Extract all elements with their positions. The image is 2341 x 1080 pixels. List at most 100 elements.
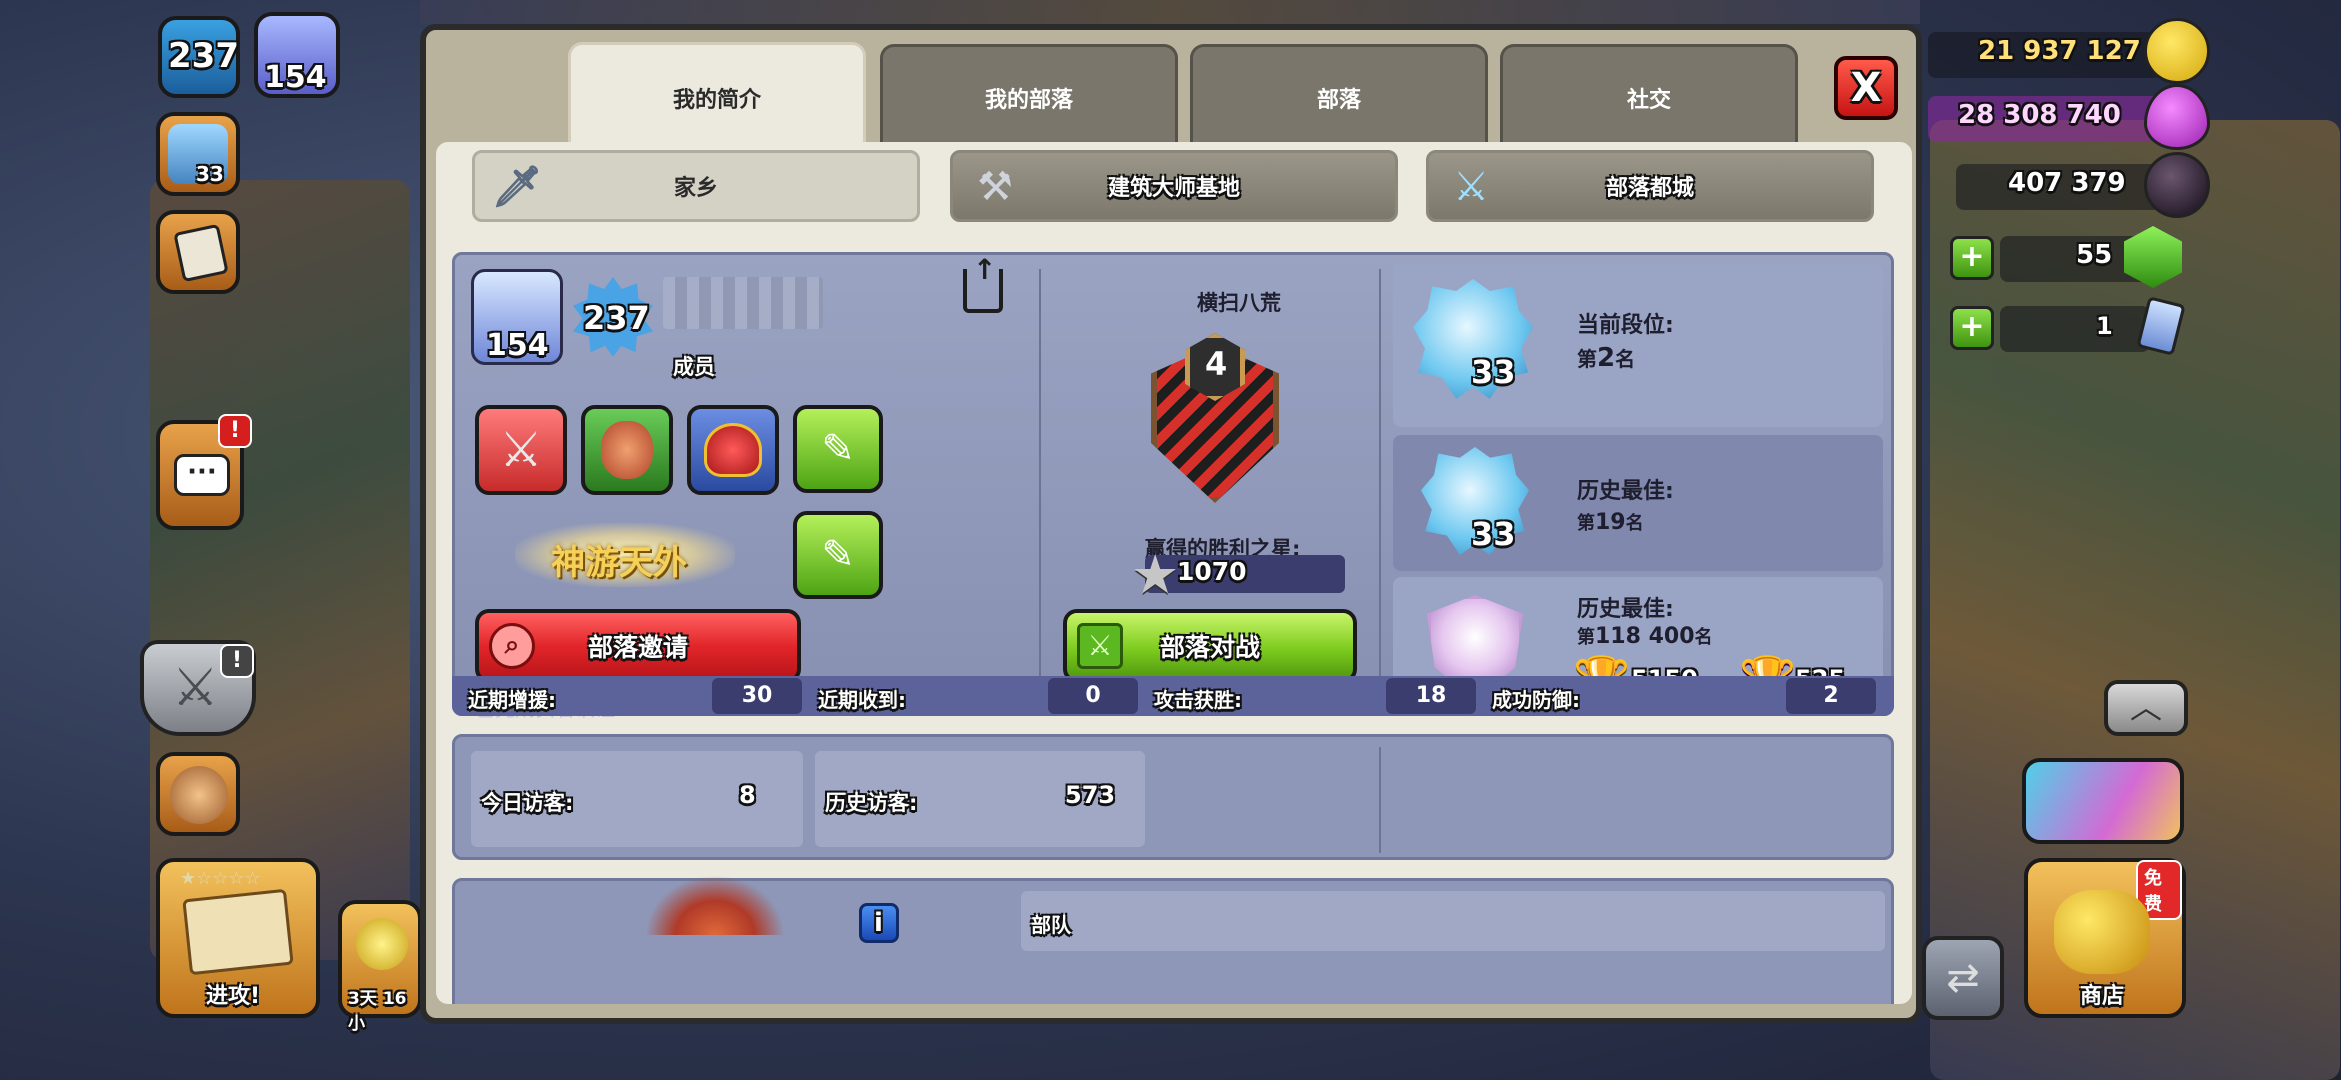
stat-donated-label: 近期增援: xyxy=(468,688,556,712)
legend-rank-suffix: 名 xyxy=(1694,627,1713,648)
stats-bar: 近期增援: 30 近期收到: 0 攻击获胜: 18 成功防御: 2 xyxy=(452,676,1894,716)
clan-level-value: 4 xyxy=(1205,345,1228,383)
builder-potion-button[interactable] xyxy=(156,752,240,836)
clan-war-button-label: 部落对战 xyxy=(1159,633,1260,662)
elixir-value: 28 308 740 xyxy=(1958,100,2121,130)
title-banner-text: 神游天外 xyxy=(551,543,687,583)
magnifier-icon: ⌕ xyxy=(489,623,535,669)
player-level-badge[interactable]: 237 xyxy=(158,16,240,98)
total-visitors-card: 历史访客: 573 xyxy=(815,751,1145,847)
subtab-home-village[interactable]: 🗡 家乡 xyxy=(472,150,920,222)
tab-clans-label: 部落 xyxy=(1316,87,1361,113)
add-gem-button[interactable]: + xyxy=(1950,306,1994,350)
events-scroll-button[interactable] xyxy=(156,210,240,294)
boost-potion-icon xyxy=(356,918,408,970)
war-alert-badge: ! xyxy=(220,644,254,678)
edit-title-button[interactable]: ✎ xyxy=(793,511,883,599)
tab-my-profile[interactable]: 我的简介 xyxy=(568,42,866,150)
stat-received-label: 近期收到: xyxy=(818,688,906,712)
clan-name: 横扫八荒 xyxy=(1197,291,1281,315)
subtab-clan-capital-label: 部落都城 xyxy=(1605,176,1694,201)
subtab-home-village-label: 家乡 xyxy=(673,176,718,201)
subtab-builder-base-label: 建筑大师基地 xyxy=(1107,176,1240,201)
divider xyxy=(1379,269,1381,705)
stat-attacks-won-label: 攻击获胜: xyxy=(1154,688,1242,712)
clan-role-badge[interactable] xyxy=(687,405,779,495)
current-rank-value: 2 xyxy=(1597,343,1616,373)
info-button[interactable]: i xyxy=(859,903,899,943)
league-badge: 154 xyxy=(471,269,563,365)
war-swords-icon: ⚔ xyxy=(1077,623,1123,669)
chat-button[interactable]: ··· ! xyxy=(156,414,252,530)
share-profile-button[interactable]: ↑ xyxy=(963,253,1003,313)
today-visitors-label: 今日访客: xyxy=(481,791,574,815)
war-star-icon: ★ xyxy=(1131,543,1180,606)
crossed-axes-icon: ⚒ xyxy=(977,164,1013,210)
event-banner-button[interactable] xyxy=(2022,758,2184,844)
army-header: 部队 xyxy=(1021,891,1885,951)
stat-defenses-won-label: 成功防御: xyxy=(1492,688,1580,712)
best-rank-suffix: 名 xyxy=(1625,513,1644,534)
chat-bubble-icon: ··· xyxy=(174,454,230,496)
current-rank-line: 第2名 xyxy=(1577,343,1635,373)
scroll-up-button[interactable]: ︿ xyxy=(2104,680,2188,736)
league-level-value: 154 xyxy=(264,60,327,95)
legend-rank-prefix: 第 xyxy=(1577,627,1595,648)
current-rank-card: 33 当前段位: 第2名 xyxy=(1393,263,1883,427)
elixir-bar: 28 308 740 xyxy=(1928,96,2162,142)
clan-invite-button[interactable]: ⌕ 部落邀请 xyxy=(475,609,801,683)
shop-button[interactable]: 免费 商店 xyxy=(2024,858,2186,1018)
crossed-swords-icon: ⚔ xyxy=(172,658,219,718)
stat-defenses-won-value: 2 xyxy=(1786,678,1876,714)
builder-avatar-icon xyxy=(170,766,228,824)
attack-button[interactable]: ★☆☆☆☆ 进攻! xyxy=(156,858,320,1018)
dark-elixir-bar: 407 379 xyxy=(1956,164,2162,210)
clan-war-button[interactable]: ⚔ 部落对战 xyxy=(1063,609,1357,683)
shop-label: 商店 xyxy=(2080,984,2125,1009)
magic-items-bar[interactable]: 1 xyxy=(2000,306,2150,352)
attack-label: 进攻! xyxy=(206,984,261,1009)
player-role: 成员 xyxy=(673,355,715,379)
builder-league-button[interactable]: 33 xyxy=(156,112,240,196)
best-rank-value: 19 xyxy=(1595,510,1626,535)
xp-level-value: 237 xyxy=(583,299,650,337)
shop-hammer-icon xyxy=(2054,890,2150,974)
pencil-icon: ✎ xyxy=(821,532,855,578)
info-icon: i xyxy=(874,908,883,938)
divider xyxy=(1379,747,1381,853)
tab-social[interactable]: 社交 xyxy=(1500,44,1798,148)
gold-icon xyxy=(2144,18,2210,84)
tab-clans[interactable]: 部落 xyxy=(1190,44,1488,148)
tab-my-profile-label: 我的简介 xyxy=(672,87,761,113)
trophy-decoration xyxy=(645,875,785,935)
swap-layout-button[interactable]: ⇄ xyxy=(1922,936,2004,1020)
edit-badges-button[interactable]: ✎ xyxy=(793,405,883,493)
add-resource-button[interactable]: + xyxy=(1950,236,1994,280)
current-rank-suffix: 名 xyxy=(1615,347,1636,371)
war-stars-value: 1070 xyxy=(1177,557,1247,586)
best-badge-value: 33 xyxy=(1471,515,1516,553)
builder-badge[interactable] xyxy=(581,405,673,495)
builder-league-value: 33 xyxy=(196,162,224,186)
army-panel: i 部队 xyxy=(452,875,1894,1004)
subtab-builder-base[interactable]: ⚒ 建筑大师基地 xyxy=(950,150,1398,222)
legend-rank-line: 第118 400名 xyxy=(1577,623,1713,649)
visitors-panel: 今日访客: 8 历史访客: 573 xyxy=(452,734,1894,860)
clan-war-button[interactable]: ⚔ ! xyxy=(140,640,256,736)
clan-invite-label: 部落邀请 xyxy=(587,633,688,662)
subtab-clan-capital[interactable]: ⚔ 部落都城 xyxy=(1426,150,1874,222)
crossed-swords-shield-icon: ⚔ xyxy=(499,422,543,478)
sword-icon: 🗡 xyxy=(491,164,543,210)
barbarian-icon xyxy=(601,421,653,479)
dark-elixir-icon xyxy=(2144,152,2210,218)
war-preference-badge[interactable]: ⚔ xyxy=(475,405,567,495)
best-rank-prefix: 第 xyxy=(1577,513,1595,534)
today-visitors-card: 今日访客: 8 xyxy=(471,751,803,847)
player-name-blurred xyxy=(663,277,823,329)
army-label: 部队 xyxy=(1031,913,1071,937)
boost-button[interactable]: 3天 16小 xyxy=(338,900,422,1034)
chat-alert-badge: ! xyxy=(218,414,252,448)
close-button[interactable]: X xyxy=(1834,56,1898,120)
tab-my-clan[interactable]: 我的部落 xyxy=(880,44,1178,148)
league-level-badge[interactable]: 154 xyxy=(254,12,340,98)
